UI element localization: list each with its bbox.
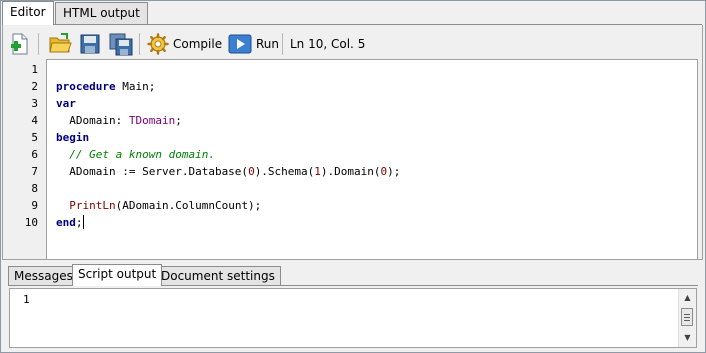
line-number: 6 <box>31 148 38 161</box>
line-number: 3 <box>31 97 38 110</box>
toolbar: Compile Run Ln 10, Col. 5 <box>8 30 698 58</box>
compile-label: Compile <box>173 37 223 51</box>
script-output-text: 1 <box>23 293 30 306</box>
bottom-tab-strip: Messages Script output Document settings <box>8 264 698 286</box>
grip-line <box>684 320 690 321</box>
code-line-2: procedure Main; <box>56 80 156 93</box>
code-line-10: end; <box>56 215 84 229</box>
code-line-5: begin <box>56 131 90 144</box>
code-line-6: // Get a known domain. <box>69 148 215 161</box>
save-button[interactable] <box>79 31 101 57</box>
line-number: 2 <box>31 80 38 93</box>
code-editor[interactable]: procedure Main; var ADomain: TDomain; be… <box>46 59 698 260</box>
line-number: 1 <box>31 63 38 76</box>
code-line-7: ADomain := Server.Database(0).Schema(1).… <box>56 165 401 178</box>
script-output-panel[interactable]: 1 ▲ ▼ <box>9 288 697 348</box>
tab-script-output[interactable]: Script output <box>72 264 163 286</box>
run-label: Run <box>256 37 280 51</box>
toolbar-separator <box>139 33 140 55</box>
line-number: 5 <box>31 131 38 144</box>
line-number: 7 <box>31 165 38 178</box>
toolbar-separator <box>282 33 283 55</box>
code-line-9: PrintLn(ADomain.ColumnCount); <box>69 199 262 212</box>
tab-document-settings[interactable]: Document settings <box>155 266 281 286</box>
code-line-4: ADomain: TDomain; <box>56 114 182 127</box>
scroll-up-icon[interactable]: ▲ <box>679 291 696 305</box>
folder-open-icon <box>48 32 72 56</box>
new-button[interactable] <box>10 31 30 57</box>
gear-icon <box>147 33 169 55</box>
text-caret <box>82 215 84 229</box>
play-icon <box>228 34 252 54</box>
grip-line <box>684 317 690 318</box>
line-number: 8 <box>31 182 38 195</box>
save-all-icon <box>108 32 134 56</box>
code-line-3: var <box>56 97 76 110</box>
line-number-gutter: 1 2 3 4 5 6 7 8 9 10 <box>6 60 44 258</box>
scroll-down-icon[interactable]: ▼ <box>679 331 696 345</box>
run-button[interactable]: Run <box>228 31 279 57</box>
grip-line <box>684 314 690 315</box>
vertical-scrollbar[interactable]: ▲ ▼ <box>678 289 696 347</box>
cursor-position: Ln 10, Col. 5 <box>290 31 365 57</box>
line-number: 9 <box>31 199 38 212</box>
tab-editor[interactable]: Editor <box>2 1 54 25</box>
new-file-icon <box>10 32 30 56</box>
cursor-position-label: Ln 10, Col. 5 <box>290 37 366 51</box>
toolbar-separator <box>38 33 39 55</box>
line-number: 10 <box>24 216 38 229</box>
tab-messages[interactable]: Messages <box>8 266 79 286</box>
compile-button[interactable]: Compile <box>147 31 222 57</box>
open-button[interactable] <box>48 31 72 57</box>
line-number: 4 <box>31 114 38 127</box>
top-tab-strip: Editor HTML output <box>2 1 702 26</box>
tab-html-output[interactable]: HTML output <box>55 2 148 24</box>
scroll-thumb[interactable] <box>681 308 693 326</box>
save-all-button[interactable] <box>108 31 134 57</box>
save-icon <box>79 32 101 56</box>
